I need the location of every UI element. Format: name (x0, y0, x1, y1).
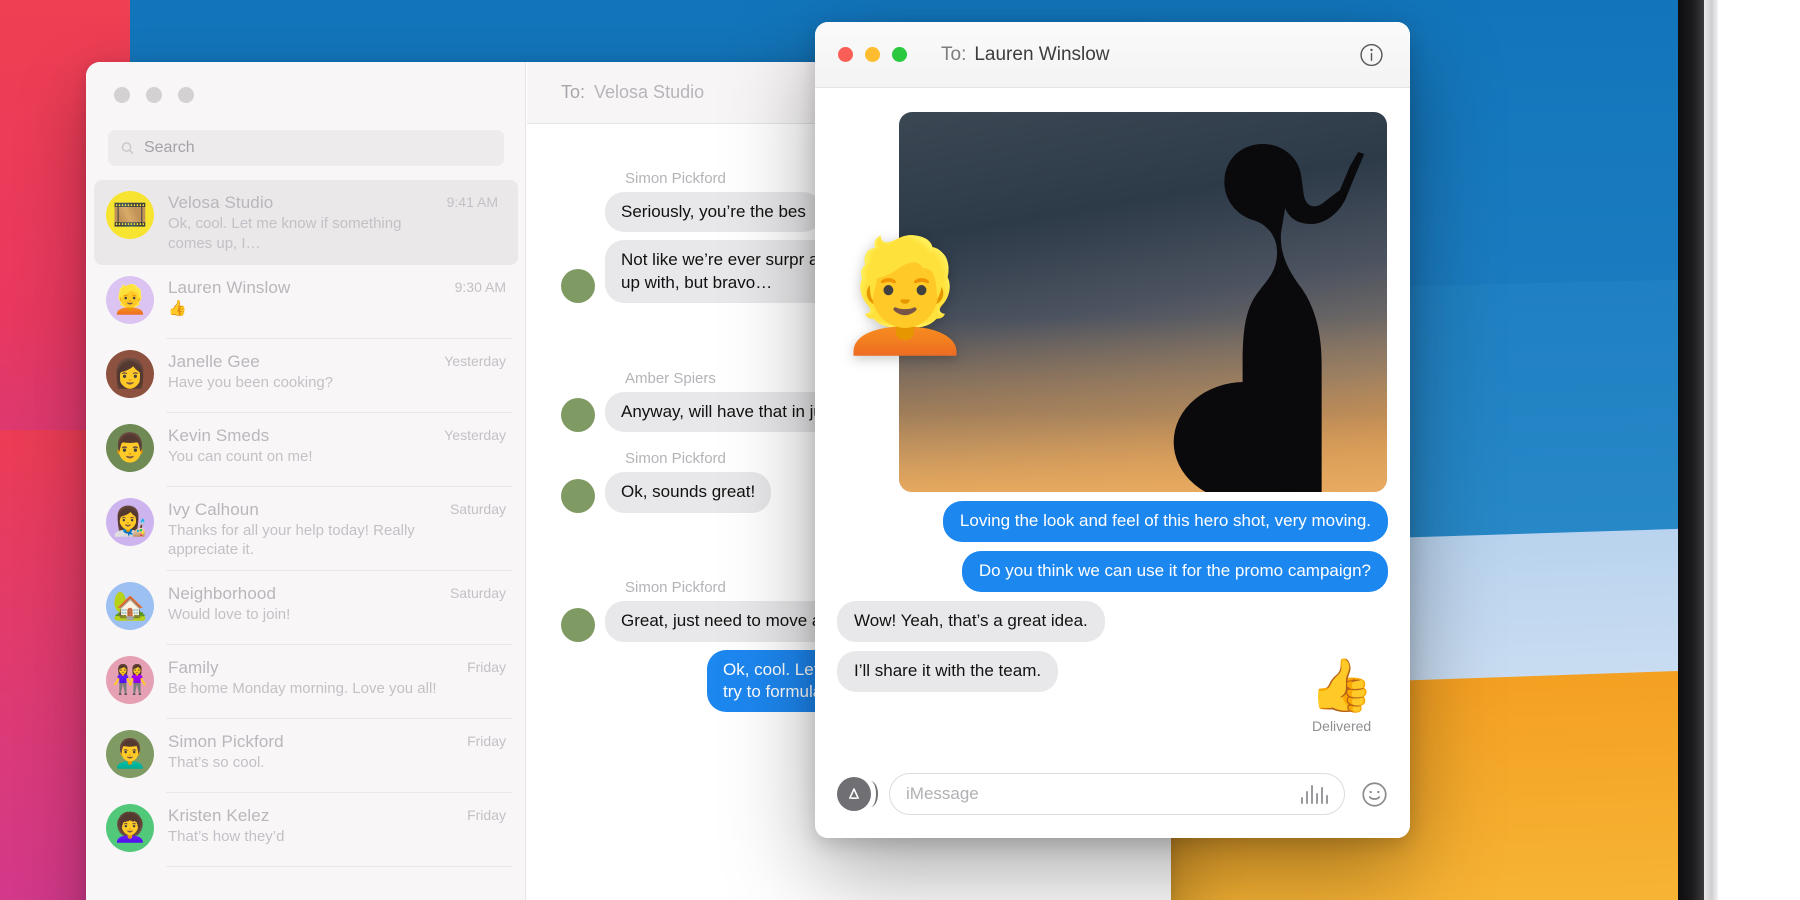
conversation-timestamp: Yesterday (444, 426, 506, 443)
message-row: Do you think we can use it for the promo… (837, 550, 1388, 592)
avatar: 👩‍🎨 (106, 497, 154, 546)
back-window-traffic-lights[interactable] (114, 87, 194, 103)
front-message-list: Loving the look and feel of this hero sh… (837, 501, 1388, 692)
conversation-list-item[interactable]: 👭 Family Be home Monday morning. Love you … (86, 645, 526, 720)
conversation-timestamp: Friday (467, 659, 506, 676)
search-input[interactable] (143, 139, 492, 157)
conversation-timestamp: 9:30 AM (454, 278, 506, 295)
conversations-sidebar: 🎞️ Velosa Studio Ok, cool. Let me know if … (86, 62, 585, 900)
conversation-list-item[interactable]: 🎞️ Velosa Studio Ok, cool. Let me know if … (94, 180, 518, 265)
search-field[interactable] (108, 130, 504, 166)
conversation-list-item[interactable]: 👩 Janelle Gee Have you been cooking? Yester… (86, 339, 526, 413)
thumbs-up-icon: 👍 (1309, 657, 1374, 715)
list-divider (166, 866, 512, 868)
display-bezel (1678, 0, 1704, 900)
to-label: To: (941, 43, 967, 65)
recipient-name: Lauren Winslow (974, 43, 1110, 65)
conversation-timestamp: Saturday (449, 585, 506, 602)
conversation-timestamp: Friday (467, 807, 506, 824)
sender-avatar (561, 269, 595, 304)
conversation-name: Lauren Winslow (168, 277, 291, 297)
conversation-list[interactable]: 🎞️ Velosa Studio Ok, cool. Let me know if … (86, 180, 526, 868)
photo-attachment[interactable]: 👱 (837, 112, 1388, 492)
minimize-button[interactable] (146, 87, 162, 103)
conversation-preview: You can count on me! (168, 447, 313, 465)
conversation-preview: Thanks for all your help today! Really a… (168, 521, 415, 559)
delivery-status: Delivered (1312, 718, 1372, 734)
zoom-button[interactable] (178, 87, 194, 103)
avatar: 👨 (106, 423, 154, 472)
conversation-preview: That’s how they’d (168, 828, 285, 846)
conversation-timestamp: Friday (467, 733, 506, 750)
search-icon (121, 142, 134, 155)
close-button[interactable] (114, 87, 130, 103)
avatar: 👩‍🦱 (106, 804, 154, 853)
conversation-list-item[interactable]: 👱 Lauren Winslow 👍 9:30 AM (86, 265, 526, 339)
memoji-sticker[interactable]: 👱 (837, 232, 974, 360)
conversation-timestamp: Yesterday (444, 352, 506, 369)
front-window-title: To: Lauren Winslow (941, 44, 1110, 66)
zoom-button[interactable] (892, 47, 907, 62)
message-row: Loving the look and feel of this hero sh… (837, 501, 1388, 542)
conversation-list-item[interactable]: 👨‍🦱 Simon Pickford That’s so cool. Friday (86, 719, 526, 794)
message-reaction: 👍 Delivered (1309, 660, 1374, 734)
recipient-name: Velosa Studio (594, 82, 705, 102)
app-store-icon[interactable] (837, 777, 878, 811)
message-row: Wow! Yeah, that’s a great idea. (837, 600, 1388, 642)
imessage-input[interactable] (906, 784, 1293, 804)
conversation-list-item[interactable]: 👩‍🦱 Kristen Kelez That’s how they’d Friday (86, 793, 526, 868)
conversation-name: Kevin Smeds (168, 425, 270, 445)
smiley-face-icon[interactable] (1361, 781, 1388, 808)
message-bubble[interactable]: Do you think we can use it for the promo… (961, 550, 1388, 592)
front-window-traffic-lights[interactable] (838, 47, 907, 62)
conversation-list-item[interactable]: 👨 Kevin Smeds You can count on me! Yesterda… (86, 413, 526, 487)
messages-conversation-window[interactable]: To: Lauren Winslow 👱 Loving the look and… (815, 22, 1410, 838)
message-input-bar (815, 750, 1410, 838)
sender-avatar (561, 607, 595, 642)
info-circle-icon[interactable] (1359, 42, 1384, 67)
conversation-name: Neighborhood (168, 584, 277, 604)
avatar: 🎞️ (106, 191, 154, 239)
avatar: 🏡 (106, 582, 154, 631)
message-bubble[interactable]: I’ll share it with the team. (837, 650, 1059, 692)
audio-waveform-icon[interactable] (1300, 784, 1328, 804)
page-background (1718, 0, 1800, 900)
dancer-silhouette (1123, 112, 1387, 492)
conversation-timestamp: 9:41 AM (446, 194, 498, 210)
avatar: 👭 (106, 656, 154, 705)
sender-avatar (561, 478, 595, 513)
conversation-name: Ivy Calhoun (168, 499, 259, 519)
conversation-preview: Be home Monday morning. Love you all! (168, 680, 437, 698)
message-row: I’ll share it with the team. (837, 650, 1388, 692)
conversation-name: Simon Pickford (168, 732, 284, 752)
conversation-preview: 👍 (168, 299, 187, 317)
imessage-field[interactable] (889, 773, 1345, 815)
message-bubble[interactable]: Loving the look and feel of this hero sh… (942, 501, 1388, 542)
conversation-name: Family (168, 658, 219, 678)
front-message-area: 👱 Loving the look and feel of this hero … (815, 88, 1410, 748)
minimize-button[interactable] (865, 47, 880, 62)
sender-avatar (561, 398, 595, 433)
conversation-preview: Have you been cooking? (168, 373, 334, 391)
avatar: 👩 (106, 349, 154, 398)
avatar: 👨‍🦱 (106, 730, 154, 779)
display-edge (1704, 0, 1718, 900)
conversation-name: Kristen Kelez (168, 806, 270, 826)
conversation-preview: That’s so cool. (168, 754, 265, 772)
message-bubble[interactable]: Seriously, you’re the bes (605, 192, 822, 233)
conversation-preview: Ok, cool. Let me know if something comes… (168, 215, 402, 252)
avatar: 👱 (106, 275, 154, 324)
conversation-name: Velosa Studio (168, 193, 274, 212)
conversation-name: Janelle Gee (168, 351, 260, 371)
message-bubble[interactable]: Ok, sounds great! (605, 472, 772, 513)
conversation-timestamp: Saturday (449, 500, 506, 517)
conversation-list-item[interactable]: 🏡 Neighborhood Would love to join! Saturday (86, 571, 526, 646)
message-bubble[interactable]: Wow! Yeah, that’s a great idea. (837, 600, 1105, 642)
close-button[interactable] (838, 47, 853, 62)
front-window-titlebar: To: Lauren Winslow (815, 22, 1410, 88)
conversation-preview: Would love to join! (168, 606, 291, 624)
to-label: To: (561, 82, 586, 102)
conversation-list-item[interactable]: 👩‍🎨 Ivy Calhoun Thanks for all your help t… (86, 487, 526, 572)
